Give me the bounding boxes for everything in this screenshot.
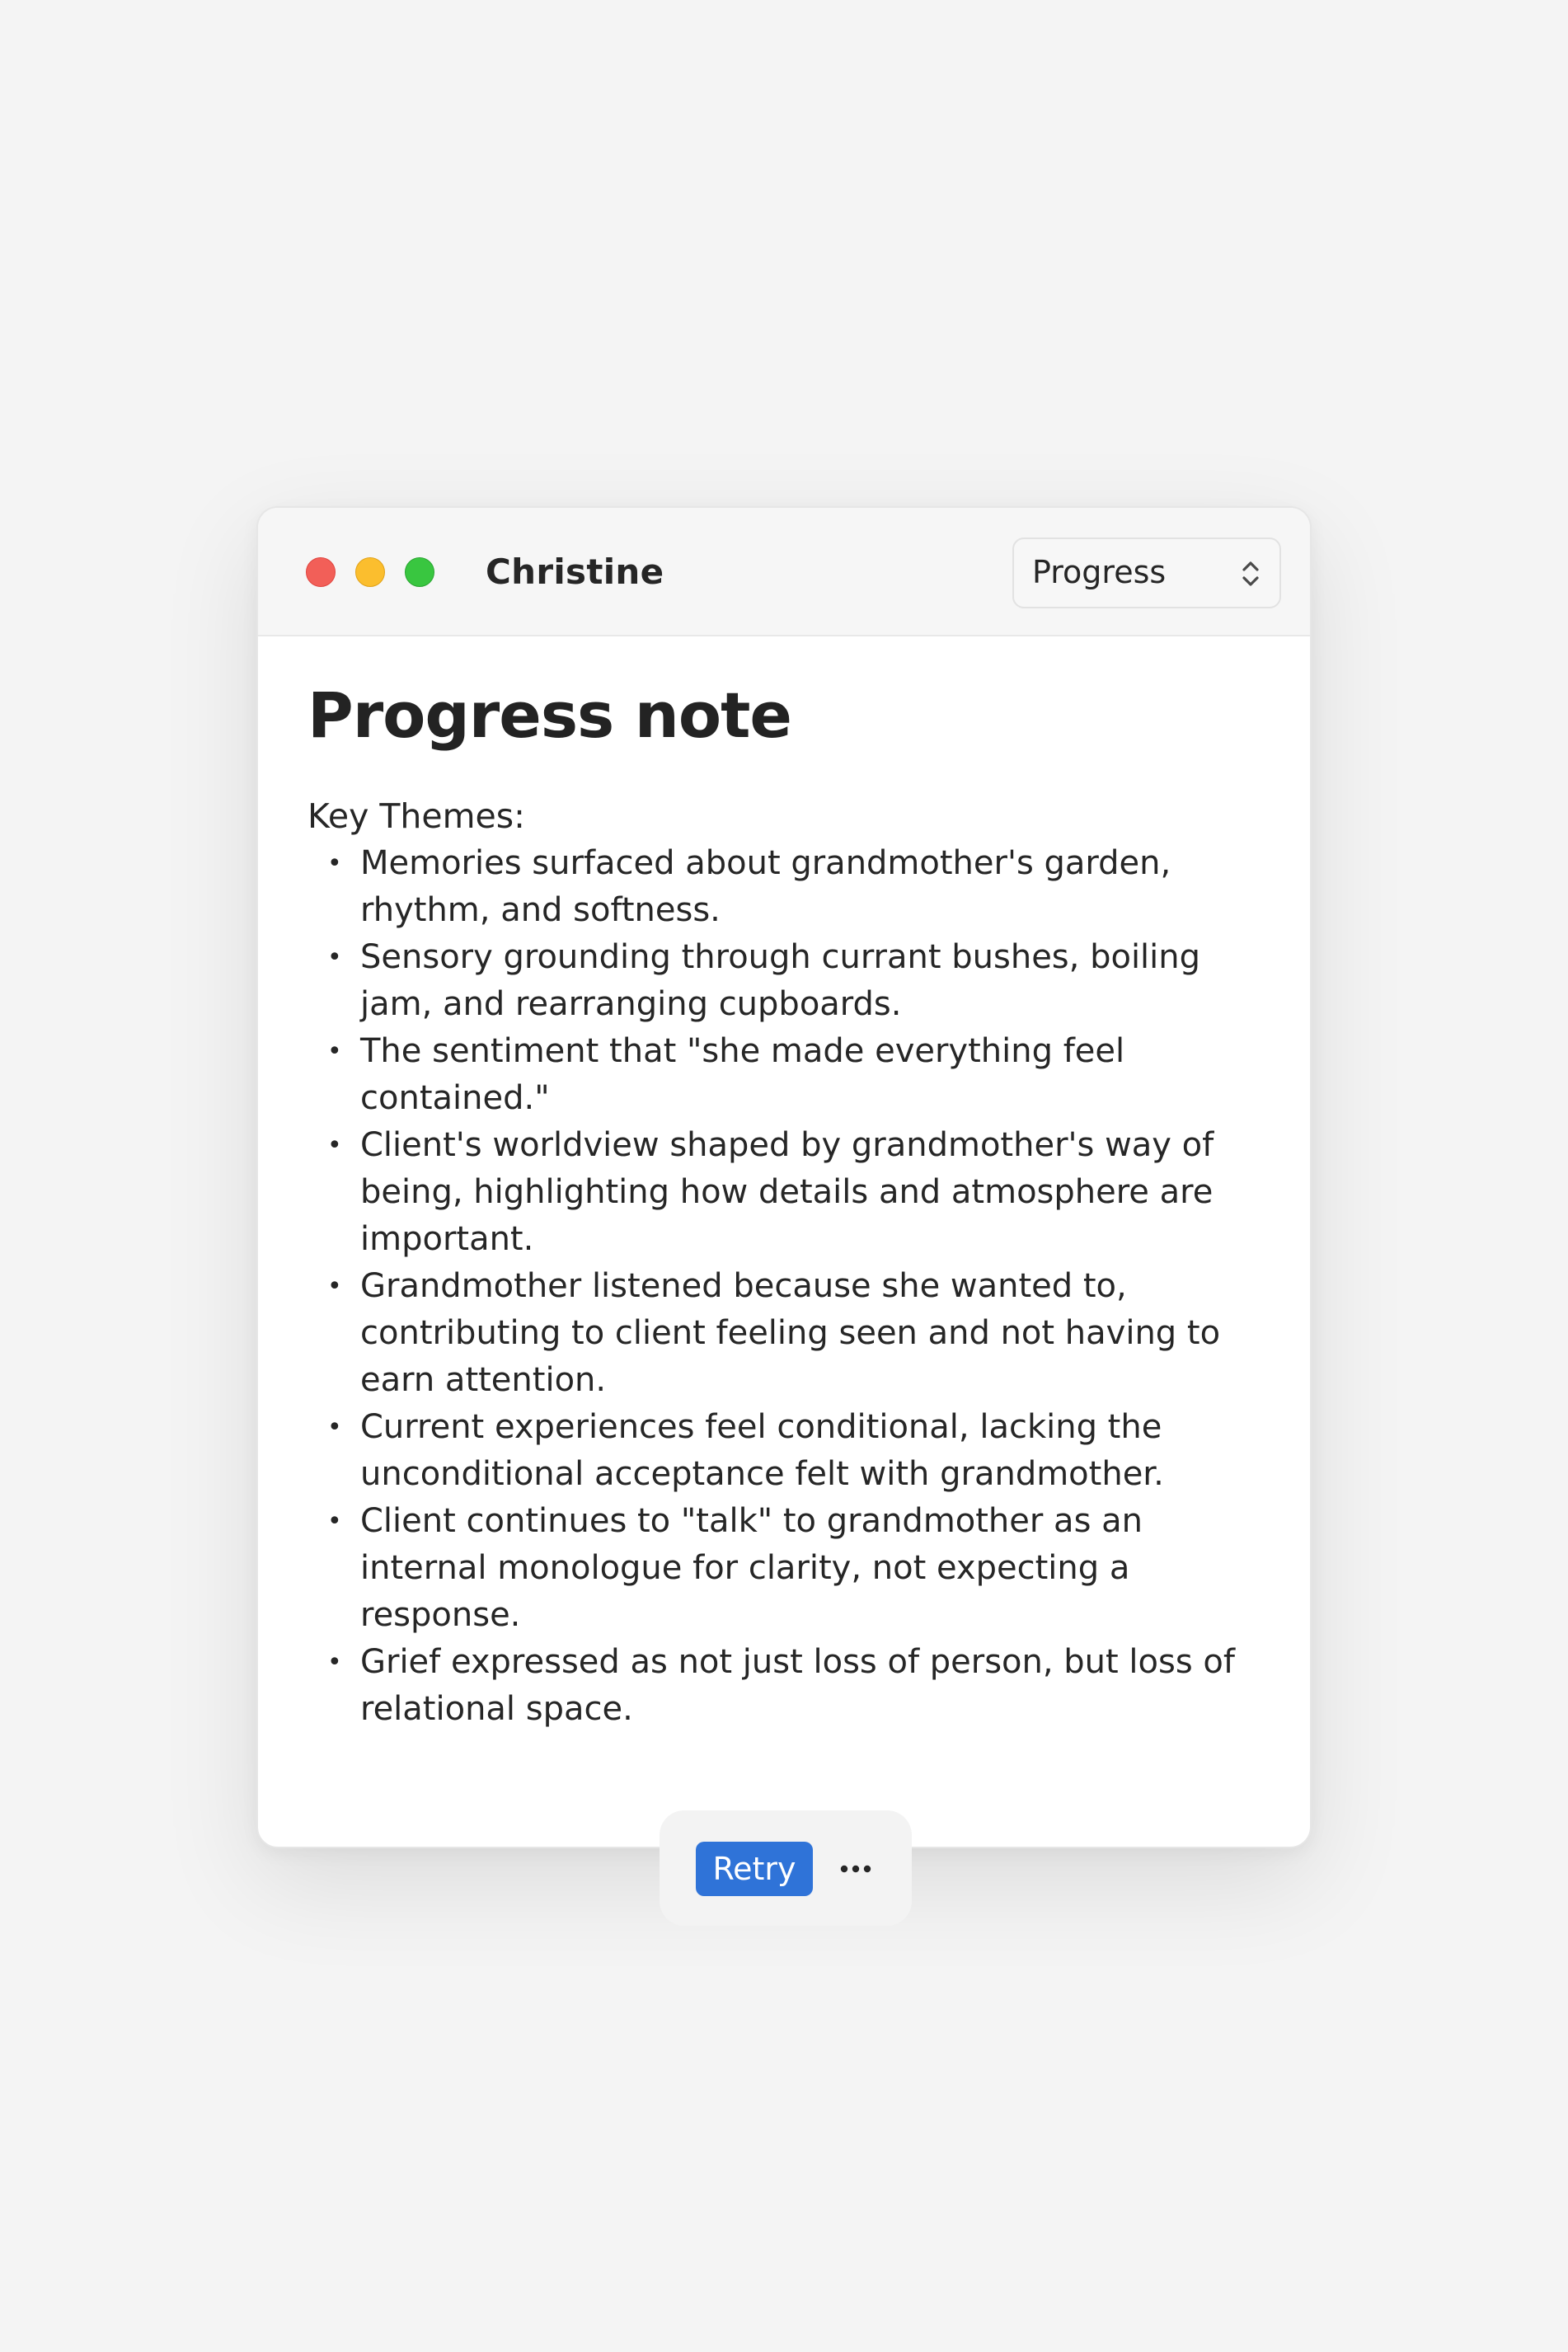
bullet-icon: • [327,943,342,972]
chevron-up-down-icon [1238,556,1263,592]
bullet-icon: • [327,1037,342,1066]
theme-list: • Memories surfaced about grandmother's g… [307,840,1256,1733]
list-item: • Sensory grounding through currant bushe… [307,934,1256,1028]
note-content: Progress note Key Themes: • Memories surf… [258,636,1310,1926]
note-type-select[interactable]: Progress [1012,538,1281,608]
list-item-text: Client continues to "talk" to grandmothe… [360,1502,1143,1634]
bullet-icon: • [327,1413,342,1442]
bullet-icon: • [327,1272,342,1301]
list-item: • Grief expressed as not just loss of per… [307,1639,1256,1733]
bullet-icon: • [327,849,342,878]
window-title: Christine [486,552,664,592]
minimize-window-button[interactable] [355,557,385,587]
page-title: Progress note [307,678,792,752]
bullet-icon: • [327,1648,342,1677]
list-item: • The sentiment that "she made everything… [307,1028,1256,1122]
list-item: • Client continues to "talk" to grandmoth… [307,1498,1256,1639]
list-item-text: Sensory grounding through currant bushes… [360,938,1201,1023]
list-item: • Grandmother listened because she wanted… [307,1263,1256,1404]
list-item-text: Grandmother listened because she wanted … [360,1267,1221,1399]
section-label: Key Themes: [307,796,525,836]
list-item: • Current experiences feel conditional, l… [307,1404,1256,1498]
window-titlebar: Christine Progress [258,508,1310,636]
ellipsis-icon [831,1842,880,1896]
note-type-select-value: Progress [1032,554,1167,590]
list-item-text: Client's worldview shaped by grandmother… [360,1126,1214,1258]
list-item-text: Current experiences feel conditional, la… [360,1408,1164,1493]
zoom-window-button[interactable] [405,557,434,587]
close-window-button[interactable] [306,557,336,587]
list-item-text: The sentiment that "she made everything … [360,1032,1125,1117]
more-options-button[interactable] [831,1842,880,1896]
list-item: • Client's worldview shaped by grandmothe… [307,1122,1256,1263]
bullet-icon: • [327,1131,342,1160]
retry-button[interactable]: Retry [696,1842,813,1896]
note-window: Christine Progress Progress note Key The… [256,506,1312,1926]
list-item: • Memories surfaced about grandmother's g… [307,840,1256,934]
list-item-text: Grief expressed as not just loss of pers… [360,1643,1235,1728]
list-item-text: Memories surfaced about grandmother's ga… [360,844,1171,929]
bullet-icon: • [327,1507,342,1536]
action-bar: Retry [660,1810,912,1926]
